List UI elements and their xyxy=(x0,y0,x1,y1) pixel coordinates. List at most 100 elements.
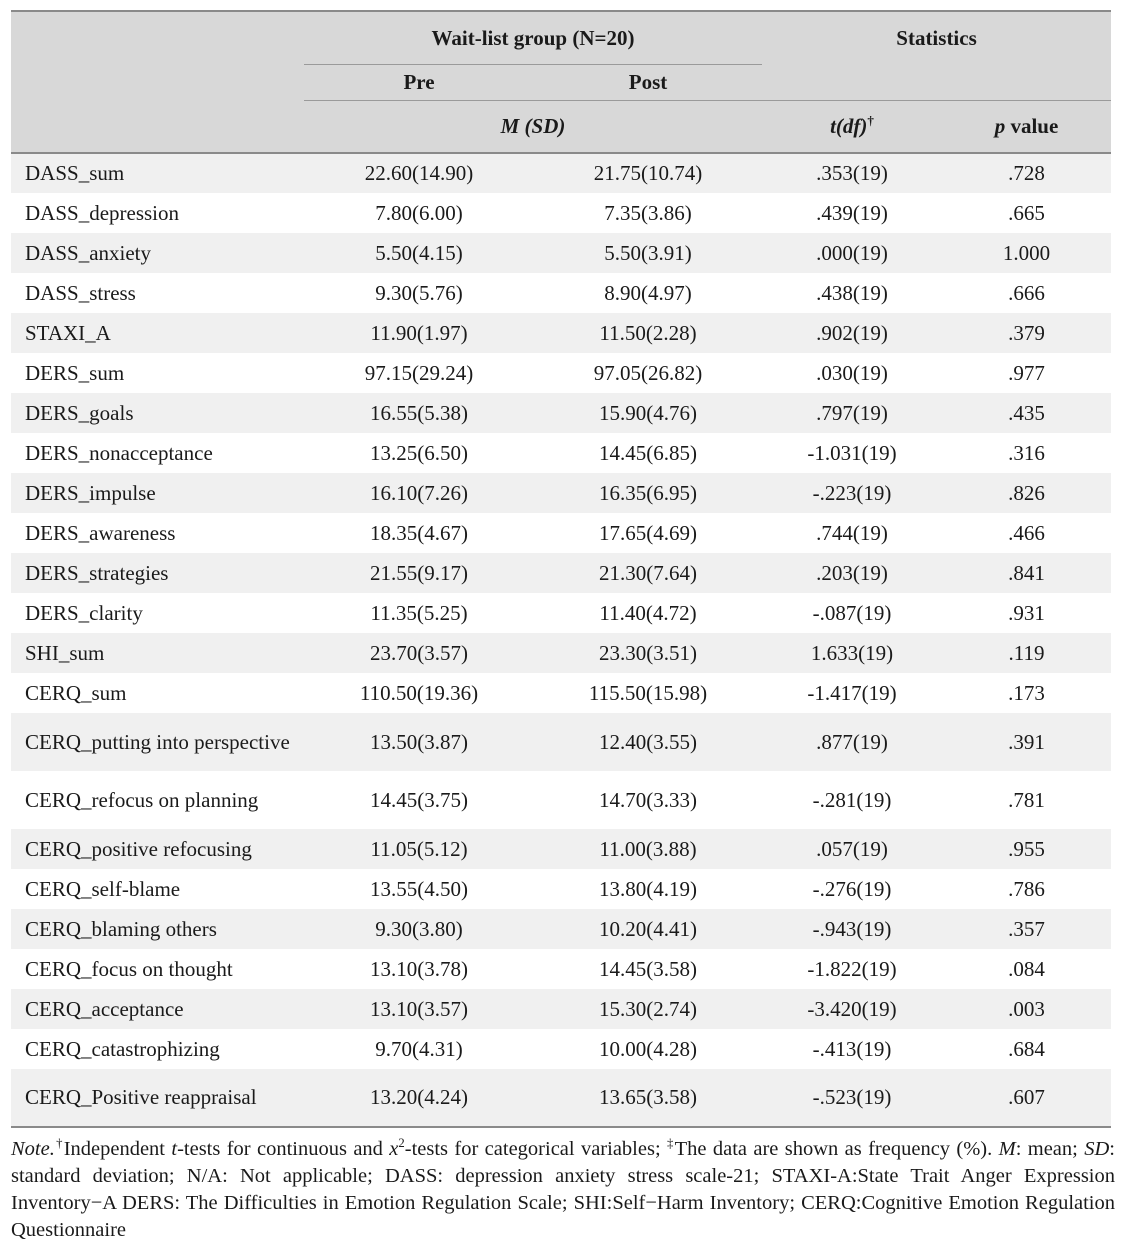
row-label-cell: DERS_clarity xyxy=(11,593,304,633)
cell-post: 11.40(4.72) xyxy=(534,593,763,633)
header-blank-corner xyxy=(11,10,304,65)
note-segment-4: The data are shown as frequency (%). xyxy=(674,1138,999,1160)
row-label-cell: CERQ_blaming others xyxy=(11,909,304,949)
cell-t-df: .797(19) xyxy=(762,393,943,433)
cell-pre: 7.80(6.00) xyxy=(304,193,534,233)
header-statistics-spacer-2 xyxy=(942,64,1112,101)
cell-t-df: -.223(19) xyxy=(762,473,943,513)
cell-t-df: -1.031(19) xyxy=(762,433,943,473)
cell-p-value: .786 xyxy=(942,869,1112,909)
cell-pre: 11.90(1.97) xyxy=(304,313,534,353)
cell-t-df: .877(19) xyxy=(762,713,943,771)
cell-pre: 22.60(14.90) xyxy=(304,153,534,193)
cell-p-value: .955 xyxy=(942,829,1112,869)
row-label-cell: DERS_strategies xyxy=(11,553,304,593)
table-row: DERS_sum 97.15(29.24) 97.05(26.82) .030(19)… xyxy=(11,353,1112,393)
table-row: STAXI_A 11.90(1.97) 11.50(2.28) .902(19) .37… xyxy=(11,313,1112,353)
table-row: CERQ_refocus on planning 14.45(3.75) 14.70… xyxy=(11,771,1112,829)
cell-post: 17.65(4.69) xyxy=(534,513,763,553)
cell-p-value: .931 xyxy=(942,593,1112,633)
cell-post: 21.75(10.74) xyxy=(534,153,763,193)
cell-post: 15.90(4.76) xyxy=(534,393,763,433)
header-m-symbol: M xyxy=(500,114,520,138)
cell-pre: 13.25(6.50) xyxy=(304,433,534,473)
cell-p-value: .665 xyxy=(942,193,1112,233)
note-segment-5: : mean; xyxy=(1015,1138,1085,1160)
cell-pre: 11.35(5.25) xyxy=(304,593,534,633)
header-sd-text: (SD) xyxy=(524,114,566,138)
note-dagger-icon-1: † xyxy=(54,1136,64,1151)
table-row: CERQ_catastrophizing 9.70(4.31) 10.00(4.28… xyxy=(11,1029,1112,1069)
cell-post: 10.20(4.41) xyxy=(534,909,763,949)
cell-post: 13.80(4.19) xyxy=(534,869,763,909)
cell-pre: 23.70(3.57) xyxy=(304,633,534,673)
cell-post: 14.45(6.85) xyxy=(534,433,763,473)
row-label-cell: DERS_sum xyxy=(11,353,304,393)
row-label-cell: CERQ_refocus on planning xyxy=(11,771,304,829)
cell-pre: 9.30(5.76) xyxy=(304,273,534,313)
table-row: DERS_awareness 18.35(4.67) 17.65(4.69) .744… xyxy=(11,513,1112,553)
table-row: DERS_impulse 16.10(7.26) 16.35(6.95) -.223(… xyxy=(11,473,1112,513)
cell-pre: 13.20(4.24) xyxy=(304,1069,534,1128)
cell-pre: 13.55(4.50) xyxy=(304,869,534,909)
cell-p-value: .173 xyxy=(942,673,1112,713)
cell-post: 11.50(2.28) xyxy=(534,313,763,353)
header-col-post: Post xyxy=(534,64,763,101)
header-blank-prepost xyxy=(11,64,304,101)
cell-pre: 13.50(3.87) xyxy=(304,713,534,771)
cell-t-df: -.281(19) xyxy=(762,771,943,829)
header-t-df-symbol: t(df) xyxy=(830,114,868,138)
cell-t-df: -.276(19) xyxy=(762,869,943,909)
cell-pre: 18.35(4.67) xyxy=(304,513,534,553)
cell-p-value: .357 xyxy=(942,909,1112,949)
cell-t-df: .744(19) xyxy=(762,513,943,553)
row-label-cell: DERS_impulse xyxy=(11,473,304,513)
table-row: CERQ_putting into perspective 13.50(3.87)… xyxy=(11,713,1112,771)
cell-p-value: .841 xyxy=(942,553,1112,593)
cell-t-df: -.087(19) xyxy=(762,593,943,633)
table-row: CERQ_focus on thought 13.10(3.78) 14.45(3.… xyxy=(11,949,1112,989)
cell-p-value: .684 xyxy=(942,1029,1112,1069)
cell-pre: 16.10(7.26) xyxy=(304,473,534,513)
note-italic-m: M xyxy=(998,1138,1016,1160)
row-label-cell: STAXI_A xyxy=(11,313,304,353)
header-m-sd: M (SD) xyxy=(304,100,763,154)
table-row: DASS_depression 7.80(6.00) 7.35(3.86) .439(… xyxy=(11,193,1112,233)
cell-pre: 13.10(3.78) xyxy=(304,949,534,989)
header-statistics-spacer-1 xyxy=(762,64,943,101)
cell-t-df: .438(19) xyxy=(762,273,943,313)
cell-t-df: -3.420(19) xyxy=(762,989,943,1029)
cell-pre: 9.70(4.31) xyxy=(304,1029,534,1069)
cell-p-value: .826 xyxy=(942,473,1112,513)
table-row: CERQ_sum 110.50(19.36) 115.50(15.98) -1.417… xyxy=(11,673,1112,713)
cell-p-value: .119 xyxy=(942,633,1112,673)
table-row: CERQ_Positive reappraisal 13.20(4.24) 13.6… xyxy=(11,1069,1112,1128)
table-row: DASS_stress 9.30(5.76) 8.90(4.97) .438(19).… xyxy=(11,273,1112,313)
table-header: Wait-list group (N=20) Statistics Pre Po… xyxy=(11,10,1112,154)
row-label-cell: CERQ_putting into perspective xyxy=(11,713,304,771)
row-label-cell: CERQ_positive refocusing xyxy=(11,829,304,869)
cell-pre: 11.05(5.12) xyxy=(304,829,534,869)
cell-t-df: .030(19) xyxy=(762,353,943,393)
table-row: DERS_goals 16.55(5.38) 15.90(4.76) .797(19)… xyxy=(11,393,1112,433)
statistics-table-container: Wait-list group (N=20) Statistics Pre Po… xyxy=(11,10,1112,1128)
table-page: Wait-list group (N=20) Statistics Pre Po… xyxy=(0,0,1134,1259)
cell-post: 7.35(3.86) xyxy=(534,193,763,233)
cell-t-df: .439(19) xyxy=(762,193,943,233)
table-row: DERS_nonacceptance 13.25(6.50) 14.45(6.85)… xyxy=(11,433,1112,473)
cell-p-value: .781 xyxy=(942,771,1112,829)
cell-t-df: -1.417(19) xyxy=(762,673,943,713)
header-row-measures: M (SD) t(df)† p value xyxy=(11,100,1112,154)
row-label-cell: CERQ_sum xyxy=(11,673,304,713)
cell-pre: 21.55(9.17) xyxy=(304,553,534,593)
cell-post: 14.70(3.33) xyxy=(534,771,763,829)
table-row: DASS_anxiety 5.50(4.15) 5.50(3.91) .000(19)… xyxy=(11,233,1112,273)
cell-post: 14.45(3.58) xyxy=(534,949,763,989)
cell-p-value: .666 xyxy=(942,273,1112,313)
header-col-pre: Pre xyxy=(304,64,534,101)
statistics-table: Wait-list group (N=20) Statistics Pre Po… xyxy=(11,10,1112,1128)
cell-t-df: 1.633(19) xyxy=(762,633,943,673)
cell-post: 13.65(3.58) xyxy=(534,1069,763,1128)
dagger-icon: † xyxy=(867,113,874,128)
row-label-cell: CERQ_focus on thought xyxy=(11,949,304,989)
